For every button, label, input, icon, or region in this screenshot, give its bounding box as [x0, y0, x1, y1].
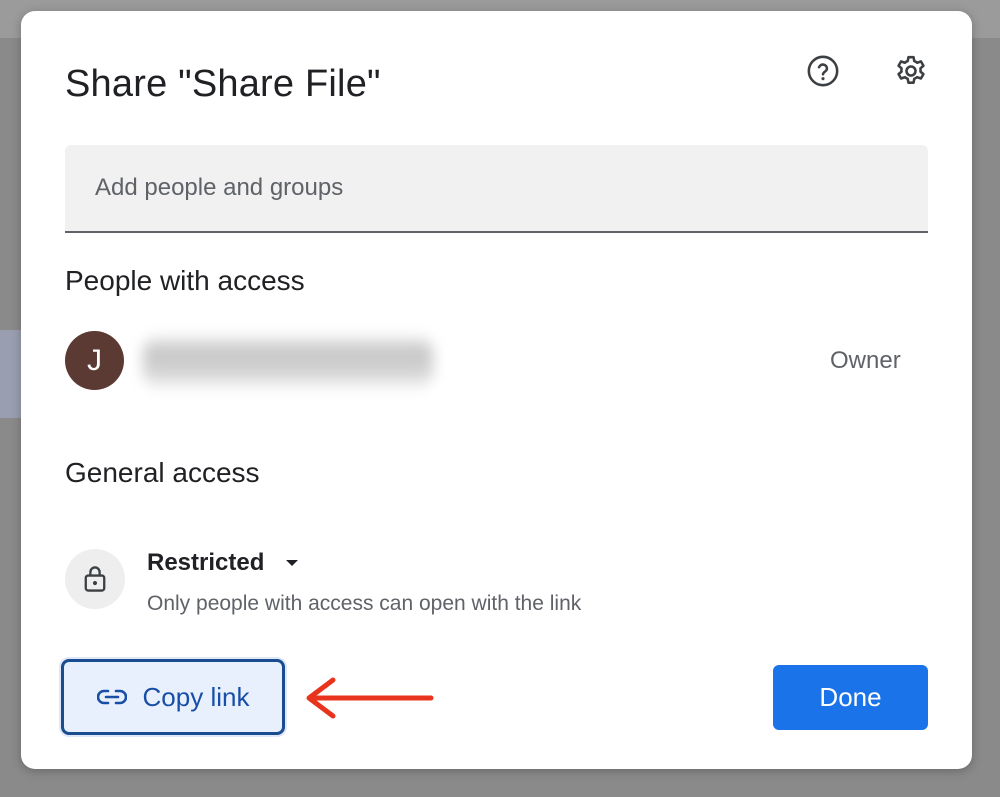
avatar: J	[65, 331, 124, 390]
settings-button[interactable]	[889, 49, 933, 93]
lock-icon	[84, 566, 106, 592]
general-access-heading: General access	[65, 457, 260, 488]
general-access-dropdown[interactable]: Restricted	[147, 549, 299, 577]
general-access-description: Only people with access can open with th…	[147, 592, 582, 615]
background-page-panel	[0, 330, 22, 418]
redacted-user-name	[143, 333, 433, 391]
done-button[interactable]: Done	[773, 665, 928, 730]
copy-link-button[interactable]: Copy link	[61, 659, 285, 735]
done-label: Done	[819, 682, 882, 712]
caret-down-icon	[286, 560, 299, 566]
dialog-title: Share "Share File"	[65, 63, 381, 105]
help-button[interactable]	[801, 49, 845, 93]
share-dialog: Share "Share File" People with access J …	[21, 11, 972, 769]
gear-icon	[897, 55, 925, 84]
owner-role-label: Owner	[830, 347, 901, 374]
general-access-selected: Restricted	[147, 549, 265, 576]
add-people-field[interactable]	[65, 145, 928, 233]
lock-icon-container	[65, 549, 125, 609]
add-people-input[interactable]	[65, 145, 928, 231]
annotation-arrow-icon	[306, 677, 434, 719]
people-with-access-heading: People with access	[65, 265, 305, 296]
help-circle-icon	[807, 55, 839, 87]
link-icon	[96, 689, 127, 705]
copy-link-label: Copy link	[142, 681, 250, 712]
avatar-initial: J	[87, 343, 102, 377]
